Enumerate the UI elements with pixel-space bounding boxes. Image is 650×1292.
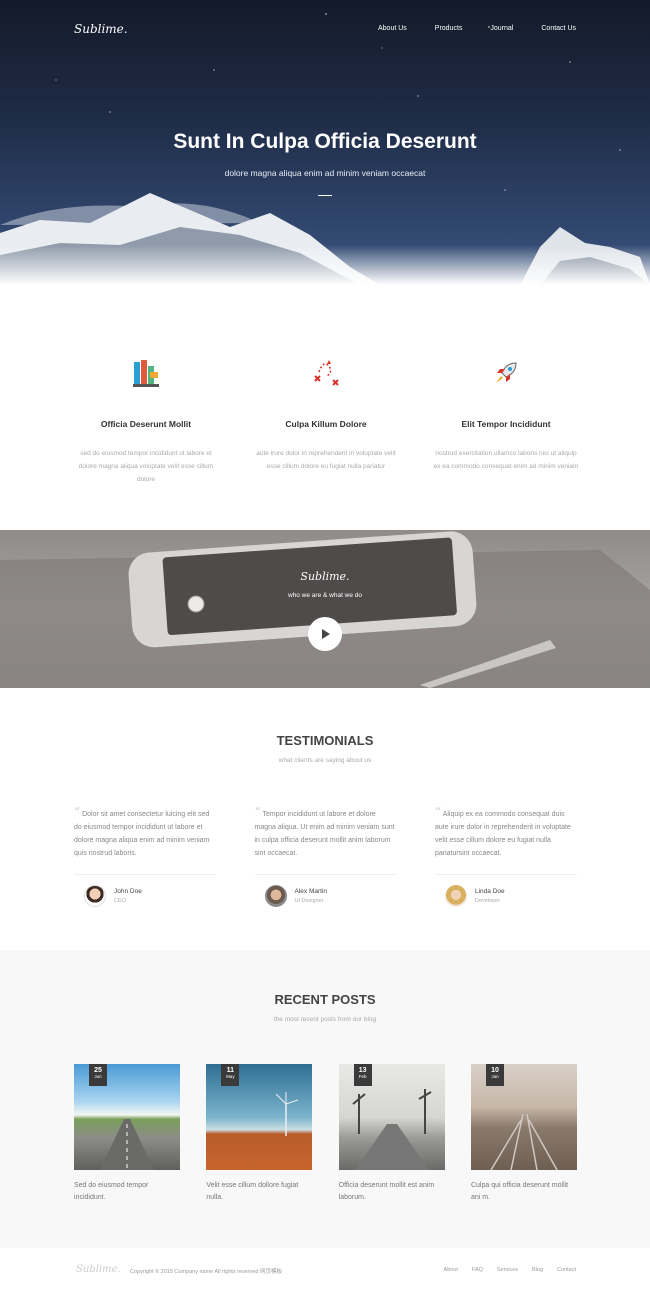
post-image-windmill[interactable]: 11 May — [206, 1064, 313, 1170]
quote-icon: “ — [254, 805, 261, 819]
avatar — [84, 885, 106, 907]
footer-nav-contact[interactable]: Contact — [557, 1267, 576, 1273]
post-date-badge: 11 May — [221, 1064, 240, 1086]
feature-text: nostrud exercitation ullamco laboris nis… — [433, 450, 579, 470]
post-image-tree-road[interactable]: 13 Feb — [338, 1064, 445, 1170]
feature-text: sed do eiusmod tempor incididunt ut labo… — [78, 450, 214, 483]
post-image-road[interactable]: 25 Jun — [74, 1064, 180, 1170]
author-role: CEO — [114, 898, 126, 904]
testimonial-author: Alex Martin UI Designer — [255, 885, 397, 907]
copyright-text: Copyright © 2015 Company name All rights… — [130, 1269, 283, 1275]
nav-journal[interactable]: Journal — [490, 25, 513, 32]
nav-products[interactable]: Products — [435, 25, 463, 32]
video-banner: Sublime. who we are & what we do — [0, 530, 650, 688]
footer: Sublime. Copyright © 2015 Company name A… — [0, 1248, 650, 1292]
post-date-badge: 13 Feb — [353, 1064, 372, 1086]
nav-about[interactable]: About Us — [378, 25, 407, 32]
footer-nav-services[interactable]: Services — [497, 1267, 518, 1273]
testimonial-card: “ Tempor incididunt ut labore et dolore … — [254, 805, 397, 907]
features-section: Officia Deserunt Mollit sed do eiusmod t… — [0, 355, 650, 486]
testimonials-title: TESTIMONIALS — [276, 733, 374, 748]
quote-icon: “ — [435, 805, 442, 819]
books-icon — [72, 355, 220, 391]
testimonial-card: “ Dolor sit amet consectetur luicing eli… — [74, 806, 216, 907]
posts-title: RECENT POSTS — [274, 992, 376, 1007]
posts-list: 25 Jun Sed do eiusmod tempor incididunt. … — [74, 1064, 577, 1204]
footer-logo[interactable]: Sublime. — [76, 1264, 121, 1275]
hero-banner: Sublime. About Us Products Journal Conta… — [0, 0, 650, 285]
site-logo[interactable]: Sublime. — [74, 22, 128, 36]
post-image-railway[interactable]: 10 Jan — [470, 1064, 577, 1170]
divider — [435, 874, 577, 875]
post-card[interactable]: 10 Jan Culpa qui officia deserunt mollit … — [470, 1064, 577, 1204]
hero-fade — [0, 245, 650, 285]
phone-illustration — [0, 531, 650, 688]
testimonial-author: John Doe CEO — [74, 885, 216, 907]
testimonial-quote: “ Aliquip ex ea commodo consequat duis a… — [435, 805, 571, 858]
play-icon — [322, 629, 330, 639]
quote-icon: “ — [74, 805, 81, 819]
author-role: UI Designer — [294, 898, 324, 904]
footer-nav-about[interactable]: About — [444, 1267, 458, 1273]
hero-divider — [318, 195, 332, 196]
divider — [254, 874, 397, 875]
nav-contact[interactable]: Contact Us — [541, 25, 576, 32]
post-card[interactable]: 13 Feb Officia deserunt mollit est anim l… — [338, 1064, 445, 1204]
posts-subtitle: the most recent posts from our blog — [273, 1016, 377, 1023]
footer-nav: About FAQ Services Blog Contact — [430, 1267, 576, 1273]
divider — [74, 874, 216, 875]
feature-title: Officia Deserunt Mollit — [100, 419, 192, 429]
post-title[interactable]: Sed do eiusmod tempor incididunt. — [74, 1180, 180, 1204]
post-title[interactable]: Velit esse cillum dollore fugiat nulla. — [206, 1180, 312, 1204]
hero-title: Sunt In Culpa Officia Deserunt — [173, 130, 477, 153]
testimonial-card: “ Aliquip ex ea commodo consequat duis a… — [435, 806, 577, 907]
post-card[interactable]: 11 May Velit esse cillum dollore fugiat n… — [206, 1064, 313, 1204]
post-title[interactable]: Officia deserunt mollit est anim laborum… — [339, 1180, 445, 1204]
video-logo: Sublime. — [300, 570, 350, 583]
hero-subtitle: dolore magna aliqua enim ad minim veniam… — [224, 168, 426, 178]
rocket-icon — [432, 355, 580, 391]
feature-text: aute irure dolor in reprehenderit in vol… — [256, 450, 396, 470]
footer-nav-blog[interactable]: Blog — [532, 1267, 543, 1273]
testimonial-author: Linda Doe Developer — [435, 885, 577, 907]
feature-title: Culpa Killum Dolore — [285, 419, 367, 429]
testimonials-list: “ Dolor sit amet consectetur luicing eli… — [74, 806, 577, 907]
post-card[interactable]: 25 Jun Sed do eiusmod tempor incididunt. — [74, 1064, 180, 1204]
testimonial-quote: “ Dolor sit amet consectetur luicing eli… — [74, 805, 210, 858]
feature-card: Culpa Killum Dolore aute irure dolor in … — [252, 355, 400, 486]
video-tagline: who we are & what we do — [287, 592, 363, 599]
author-name: Alex Martin — [294, 888, 328, 895]
play-button[interactable] — [308, 617, 342, 651]
post-date-badge: 25 Jun — [89, 1064, 107, 1086]
feature-card: Officia Deserunt Mollit sed do eiusmod t… — [72, 355, 220, 486]
post-date-badge: 10 Jan — [485, 1064, 504, 1086]
author-role: Developer — [475, 898, 501, 904]
post-title[interactable]: Culpa qui officia deserunt mollit ani m. — [471, 1180, 577, 1204]
testimonial-quote: “ Tempor incididunt ut labore et dolore … — [254, 805, 395, 858]
testimonials-subtitle: what clients are saying about us — [278, 757, 372, 764]
author-name: John Doe — [114, 888, 142, 895]
strategy-icon — [252, 355, 400, 391]
footer-nav-faq[interactable]: FAQ — [472, 1267, 483, 1273]
feature-title: Elit Tempor Incididunt — [461, 419, 551, 429]
avatar — [264, 885, 287, 907]
main-nav: About Us Products Journal Contact Us — [350, 25, 576, 32]
author-name: Linda Doe — [475, 888, 505, 895]
feature-card: Elit Tempor Incididunt nostrud exercitat… — [432, 355, 580, 486]
avatar — [445, 885, 467, 907]
